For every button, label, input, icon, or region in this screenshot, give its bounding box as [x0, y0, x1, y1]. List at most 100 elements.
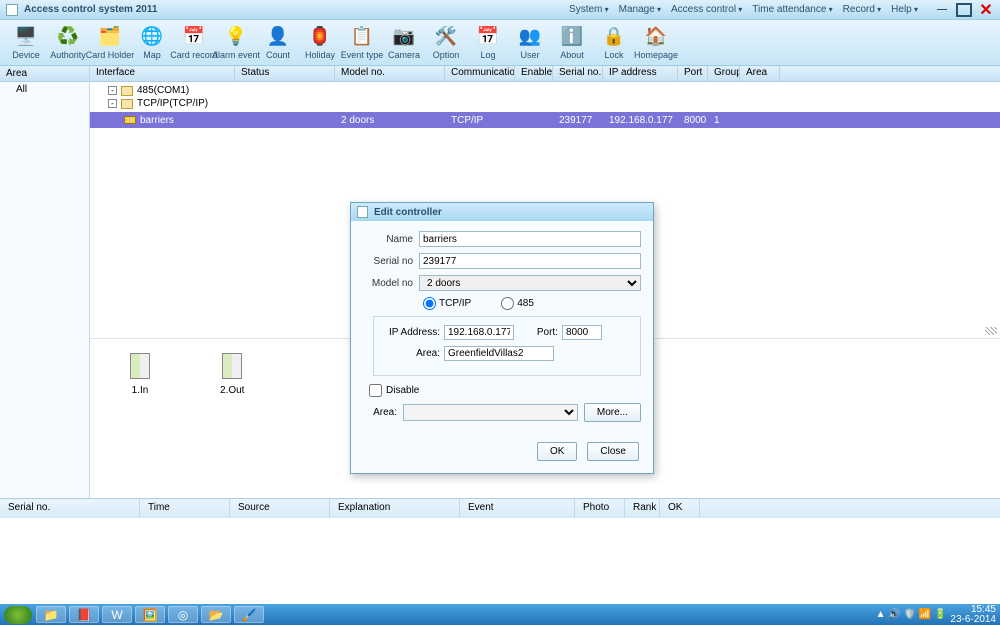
toolbar-authority[interactable]: ♻️Authority	[48, 23, 88, 63]
log-col-time[interactable]: Time	[140, 499, 230, 518]
log-col-rank[interactable]: Rank	[625, 499, 660, 518]
device-row-selected[interactable]: barriers 2 doors TCP/IP 239177 192.168.0…	[90, 112, 1000, 128]
camera-icon: 📷	[393, 26, 415, 48]
tree-node-485[interactable]: - 485(COM1)	[96, 84, 994, 97]
tree-node-tcpip[interactable]: - TCP/IP(TCP/IP)	[96, 97, 994, 110]
model-select[interactable]: 2 doors	[419, 275, 641, 291]
log-col-explanation[interactable]: Explanation	[330, 499, 460, 518]
task-explorer[interactable]: 📁	[36, 606, 66, 623]
task-chrome[interactable]: ◎	[168, 606, 198, 623]
name-input[interactable]	[419, 231, 641, 247]
resize-handle[interactable]	[985, 327, 997, 335]
col-ip[interactable]: IP address	[603, 66, 678, 81]
menu-access-control[interactable]: Access control	[667, 4, 746, 15]
option-icon: 🛠️	[435, 26, 457, 48]
label-area-inner: Area:	[384, 348, 440, 359]
menu-record[interactable]: Record	[839, 4, 886, 15]
holiday-icon: 🏮	[309, 26, 331, 48]
col-communication[interactable]: Communication	[445, 66, 515, 81]
toolbar-map[interactable]: 🌐Map	[132, 23, 172, 63]
col-area[interactable]: Area	[740, 66, 780, 81]
ip-input[interactable]	[444, 325, 514, 340]
tray-icons[interactable]: ▲ 🔊 🛡️ 📶 🔋	[876, 609, 947, 620]
log-col-source[interactable]: Source	[230, 499, 330, 518]
count-icon: 👤	[267, 26, 289, 48]
area-text-input[interactable]	[444, 346, 554, 361]
col-model[interactable]: Model no.	[335, 66, 445, 81]
log-col-serial[interactable]: Serial no.	[0, 499, 140, 518]
collapse-icon[interactable]: -	[108, 99, 117, 108]
system-tray[interactable]: ▲ 🔊 🛡️ 📶 🔋 15:45 23-6-2014	[876, 605, 996, 625]
toolbar-user[interactable]: 👥User	[510, 23, 550, 63]
start-button[interactable]	[4, 606, 32, 624]
radio-485[interactable]: 485	[501, 297, 534, 310]
toolbar-device[interactable]: 🖥️Device	[6, 23, 46, 63]
toolbar-event-type[interactable]: 📋Event type	[342, 23, 382, 63]
radio-tcpip-input[interactable]	[423, 297, 436, 310]
toolbar-count[interactable]: 👤Count	[258, 23, 298, 63]
ok-button[interactable]: OK	[537, 442, 577, 461]
toolbar-alarm-event[interactable]: 💡Alarm event	[216, 23, 256, 63]
col-port[interactable]: Port	[678, 66, 708, 81]
serial-input[interactable]	[419, 253, 641, 269]
toolbar-label: Authority	[50, 50, 86, 60]
collapse-icon[interactable]: -	[108, 86, 117, 95]
tree-label: TCP/IP(TCP/IP)	[137, 98, 208, 109]
toolbar-homepage[interactable]: 🏠Homepage	[636, 23, 676, 63]
toolbar-label: User	[520, 50, 539, 60]
log-col-photo[interactable]: Photo	[575, 499, 625, 518]
col-serial[interactable]: Serial no.	[553, 66, 603, 81]
more-button[interactable]: More...	[584, 403, 641, 422]
sidebar-item-all[interactable]: All	[0, 82, 89, 97]
toolbar-card-holder[interactable]: 🗂️Card Holder	[90, 23, 130, 63]
col-group[interactable]: Group	[708, 66, 740, 81]
close-dialog-button[interactable]: Close	[587, 442, 639, 461]
task-word[interactable]: W	[102, 606, 132, 623]
door-out[interactable]: 2.Out	[220, 353, 244, 484]
col-interface[interactable]: Interface	[90, 66, 235, 81]
toolbar-label: Log	[480, 50, 495, 60]
toolbar-option[interactable]: 🛠️ Option	[426, 23, 466, 63]
toolbar-card-record[interactable]: 📅Card record	[174, 23, 214, 63]
close-button[interactable]: ✕	[978, 3, 994, 17]
port-input[interactable]	[562, 325, 602, 340]
col-status[interactable]: Status	[235, 66, 335, 81]
log-col-ok[interactable]: OK	[660, 499, 700, 518]
event-type-icon: 📋	[351, 26, 373, 48]
menu-manage[interactable]: Manage	[615, 4, 665, 15]
toolbar-lock[interactable]: 🔒Lock	[594, 23, 634, 63]
toolbar-label: Option	[433, 50, 460, 60]
folder-icon	[121, 99, 133, 109]
label-name: Name	[363, 234, 419, 245]
tree-label: 485(COM1)	[137, 85, 189, 96]
radio-tcpip[interactable]: TCP/IP	[423, 297, 471, 310]
toolbar-log[interactable]: 📅Log	[468, 23, 508, 63]
maximize-button[interactable]	[956, 3, 972, 17]
toolbar-camera[interactable]: 📷Camera	[384, 23, 424, 63]
clock[interactable]: 15:45 23-6-2014	[950, 605, 996, 625]
toolbar-holiday[interactable]: 🏮 Holiday	[300, 23, 340, 63]
task-paint[interactable]: 🖌️	[234, 606, 264, 623]
log-col-event[interactable]: Event	[460, 499, 575, 518]
toolbar-about[interactable]: ℹ️About	[552, 23, 592, 63]
task-pdf[interactable]: 📕	[69, 606, 99, 623]
menu-help[interactable]: Help	[887, 4, 922, 15]
task-folder[interactable]: 📂	[201, 606, 231, 623]
door-in[interactable]: 1.In	[130, 353, 150, 484]
toolbar-label: Device	[12, 50, 40, 60]
toolbar-label: Holiday	[305, 50, 335, 60]
connection-group: IP Address: Port: Area:	[373, 316, 641, 376]
dialog-title-bar[interactable]: Edit controller	[351, 203, 653, 221]
cell-group: 1	[708, 115, 740, 126]
menu-time-attendance[interactable]: Time attendance	[748, 4, 836, 15]
door-icon	[130, 353, 150, 379]
door-label: 2.Out	[220, 385, 244, 396]
minimize-button[interactable]: —	[934, 3, 950, 17]
toolbar-label: Card record	[170, 50, 218, 60]
col-enable[interactable]: Enable	[515, 66, 553, 81]
radio-485-input[interactable]	[501, 297, 514, 310]
menu-system[interactable]: System	[565, 4, 613, 15]
disable-checkbox[interactable]	[369, 384, 382, 397]
task-images[interactable]: 🖼️	[135, 606, 165, 623]
area-select[interactable]	[403, 404, 578, 421]
